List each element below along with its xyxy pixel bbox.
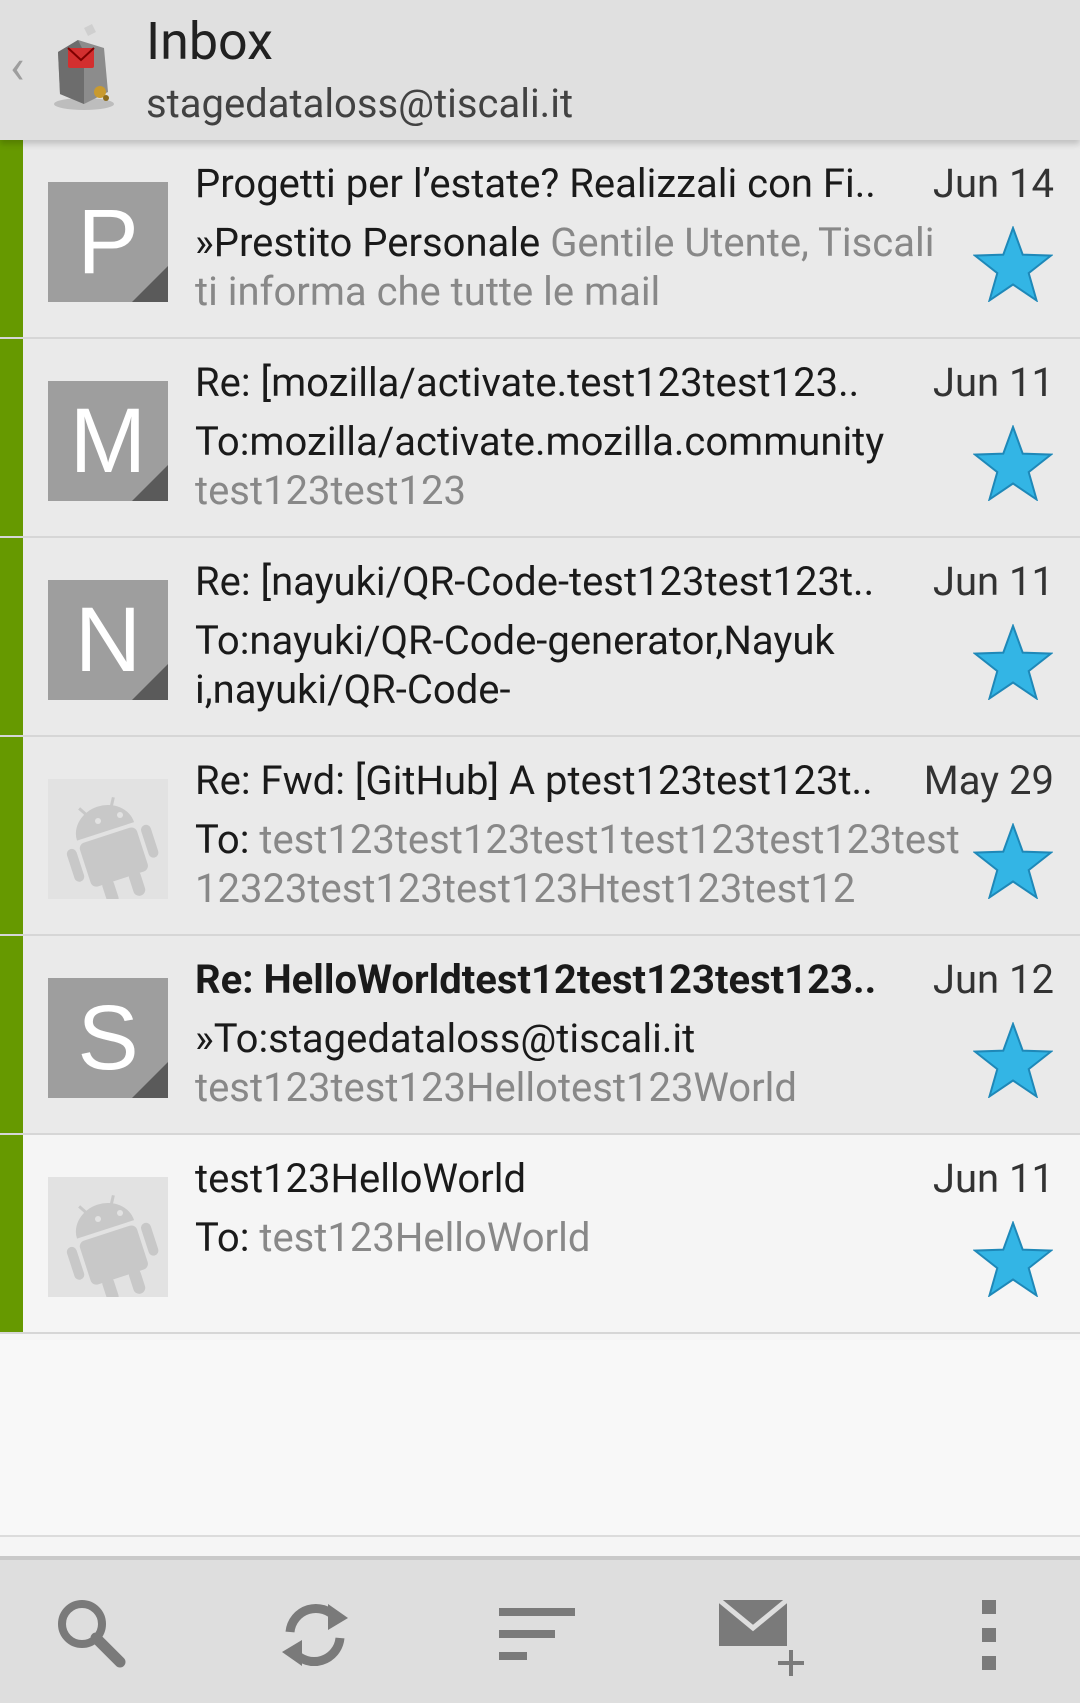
message-sender: To:nayuki/QR-Code-generator,Nayuki,nayuk… xyxy=(195,617,835,713)
message-subject: Re: [nayuki/QR-Code-test123test123t.. xyxy=(195,558,875,605)
message-preview: »To:stagedataloss@tiscali.it test123test… xyxy=(195,1014,965,1112)
message-preview: »Prestito Personale Gentile Utente, Tisc… xyxy=(195,218,965,316)
message-preview-text: test123test123Hellotest123World xyxy=(195,1064,797,1111)
compose-icon[interactable] xyxy=(715,1590,815,1680)
message-preview: To:mozilla/activate.mozilla.community te… xyxy=(195,417,965,515)
account-color-chip xyxy=(0,140,23,337)
message-item[interactable]: M Re: [mozilla/activate.test123test123..… xyxy=(0,339,1080,538)
star-icon[interactable] xyxy=(973,425,1053,501)
star-icon[interactable] xyxy=(973,226,1053,302)
star-icon[interactable] xyxy=(973,624,1053,700)
message-sender: »To:stagedataloss@tiscali.it xyxy=(195,1015,696,1062)
message-subject: Re: HelloWorldtest12test123test123.. xyxy=(195,956,877,1003)
star-icon[interactable] xyxy=(973,823,1053,899)
star-icon[interactable] xyxy=(973,1022,1053,1098)
message-subject: Re: [mozilla/activate.test123test123.. xyxy=(195,359,860,406)
account-color-chip xyxy=(0,737,23,934)
contact-avatar[interactable] xyxy=(48,1177,168,1297)
star-icon[interactable] xyxy=(973,1221,1053,1297)
message-date: May 29 xyxy=(923,757,1054,804)
account-color-chip xyxy=(0,936,23,1133)
account-color-chip xyxy=(0,1135,23,1332)
message-date: Jun 11 xyxy=(932,359,1054,406)
message-preview-text: test123test123test1test123test123test123… xyxy=(195,816,960,912)
contact-avatar[interactable]: P xyxy=(48,182,168,302)
message-preview-text: test123HelloWorld xyxy=(259,1214,591,1261)
message-date: Jun 11 xyxy=(932,1155,1054,1202)
account-color-chip xyxy=(0,339,23,536)
overflow-menu-icon[interactable] xyxy=(950,1590,1030,1680)
page-title: Inbox xyxy=(146,11,273,72)
message-subject: Progetti per l’estate? Realizzali con Fi… xyxy=(195,160,876,207)
message-date: Jun 14 xyxy=(932,160,1054,207)
message-sender: To: xyxy=(195,816,250,863)
account-color-chip xyxy=(0,538,23,735)
android-placeholder-icon xyxy=(48,1177,168,1297)
account-email: stagedataloss@tiscali.it xyxy=(146,80,574,127)
back-chevron-icon[interactable]: ‹ xyxy=(10,42,36,92)
message-date: Jun 11 xyxy=(932,558,1054,605)
message-subject: test123HelloWorld xyxy=(195,1155,527,1202)
k9-mail-logo-icon[interactable] xyxy=(44,22,124,112)
message-preview: To:nayuki/QR-Code-generator,Nayuki,nayuk… xyxy=(195,616,835,714)
contact-avatar[interactable] xyxy=(48,779,168,899)
action-bar: ‹ Inbox stagedataloss@tiscali.it xyxy=(0,0,1080,140)
message-preview: To: test123HelloWorld xyxy=(195,1213,965,1262)
bottom-action-bar xyxy=(0,1556,1080,1703)
search-icon[interactable] xyxy=(48,1590,138,1680)
message-sender: »Prestito Personale xyxy=(195,219,541,266)
message-sender: To:mozilla/activate.mozilla.community xyxy=(195,418,885,465)
message-item[interactable]: N Re: [nayuki/QR-Code-test123test123t.. … xyxy=(0,538,1080,737)
sort-icon[interactable] xyxy=(495,1590,585,1680)
message-subject: Re: Fwd: [GitHub] A ptest123test123t.. xyxy=(195,757,873,804)
message-item[interactable]: test123HelloWorld Jun 11 To: test123Hell… xyxy=(0,1135,1080,1334)
message-item[interactable]: P Progetti per l’estate? Realizzali con … xyxy=(0,140,1080,339)
list-footer-empty xyxy=(0,1340,1080,1537)
message-item[interactable]: S Re: HelloWorldtest12test123test123.. J… xyxy=(0,936,1080,1135)
message-preview: To: test123test123test1test123test123tes… xyxy=(195,815,965,913)
message-list: P Progetti per l’estate? Realizzali con … xyxy=(0,140,1080,1334)
contact-avatar[interactable]: M xyxy=(48,381,168,501)
message-preview-text: test123test123 xyxy=(195,467,466,514)
message-date: Jun 12 xyxy=(932,956,1054,1003)
message-item[interactable]: Re: Fwd: [GitHub] A ptest123test123t.. M… xyxy=(0,737,1080,936)
refresh-icon[interactable] xyxy=(270,1590,360,1680)
contact-avatar[interactable]: N xyxy=(48,580,168,700)
message-sender: To: xyxy=(195,1214,250,1261)
contact-avatar[interactable]: S xyxy=(48,978,168,1098)
android-placeholder-icon xyxy=(48,779,168,899)
